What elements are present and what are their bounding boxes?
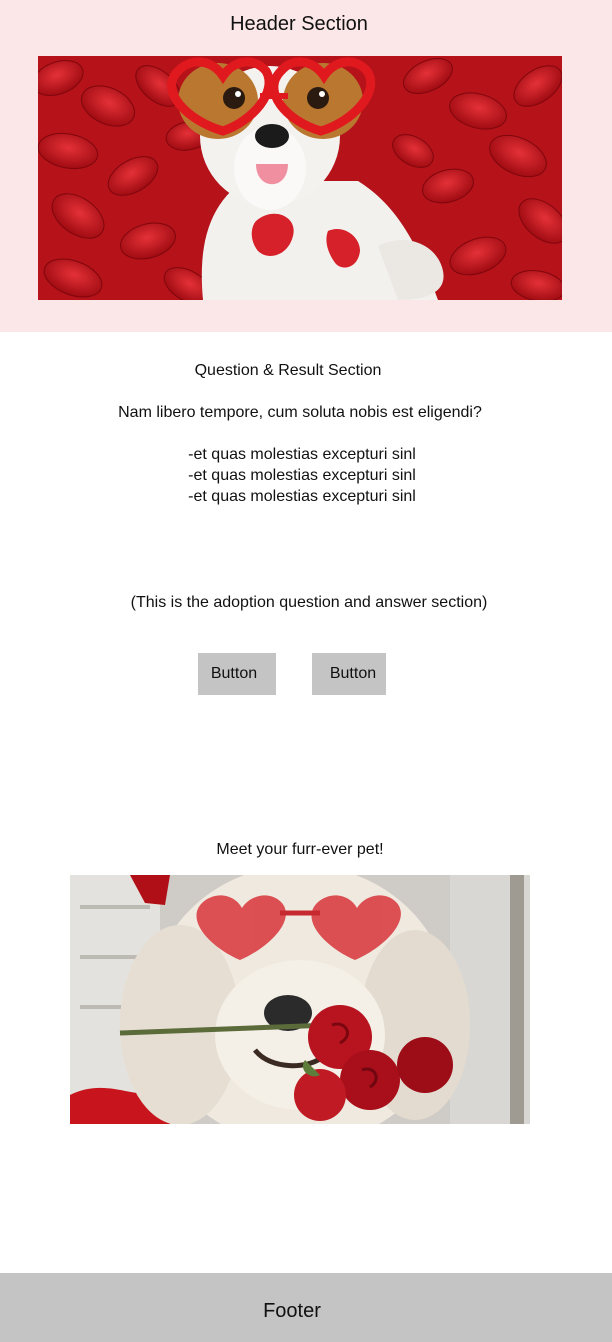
answer-option: -et quas molestias excepturi sinl: [188, 446, 416, 463]
page: Header Section Question & Result Section…: [0, 0, 612, 1342]
header-section: Header Section: [0, 0, 612, 332]
hero-dog-image: [38, 56, 562, 300]
pet-result-image: [70, 875, 530, 1124]
footer-label: Footer: [263, 1300, 321, 1322]
button-label: Button: [329, 665, 377, 682]
header-title: Header Section: [230, 13, 368, 35]
answer-option: -et quas molestias excepturi sinl: [188, 488, 416, 505]
button-label: Button: [210, 665, 258, 682]
section-title: Question & Result Section: [194, 362, 382, 379]
answer-option: -et quas molestias excepturi sinl: [188, 467, 416, 484]
result-title: Meet your furr-ever pet!: [216, 841, 384, 858]
answer-list: -et quas molestias excepturi sinl -et qu…: [0, 444, 604, 507]
answer-button-2[interactable]: Button: [312, 653, 386, 695]
adoption-question: Nam libero tempore, cum soluta nobis est…: [118, 404, 482, 421]
section-description: (This is the adoption question and answe…: [130, 594, 488, 611]
answer-button-1[interactable]: Button: [198, 653, 276, 695]
footer-section: Footer: [0, 1273, 612, 1342]
